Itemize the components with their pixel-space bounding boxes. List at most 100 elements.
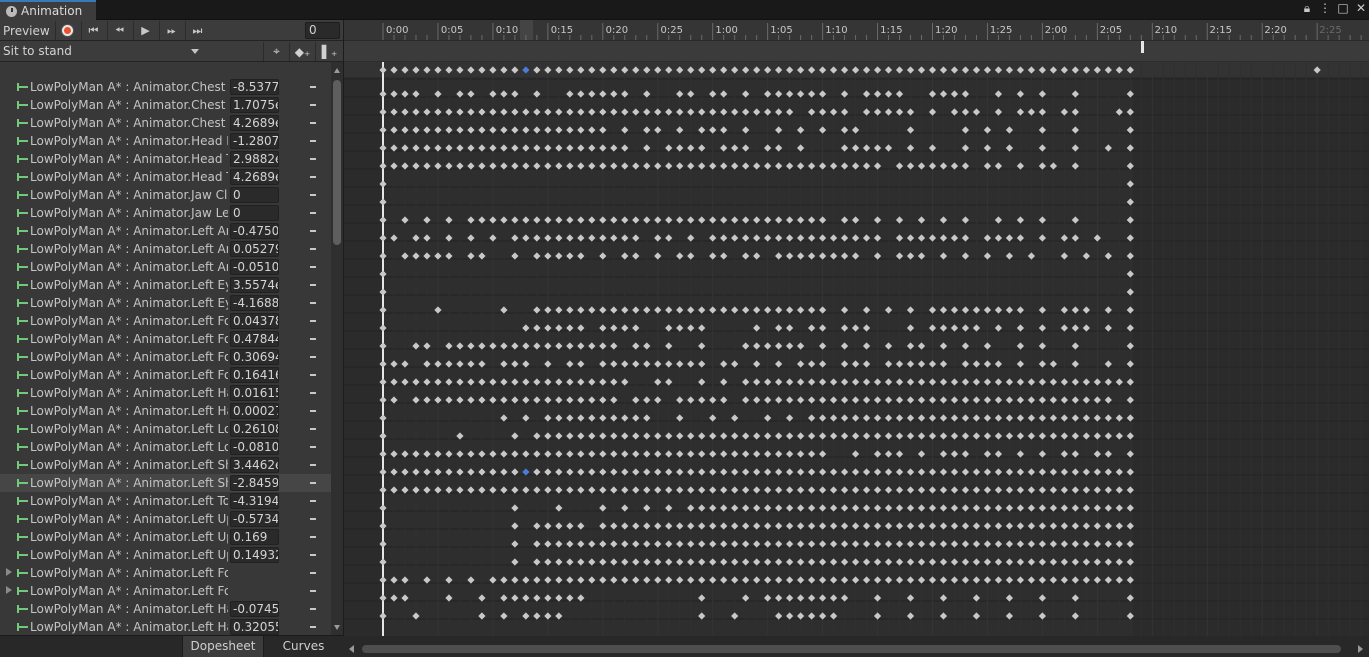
animation-tab[interactable]: Animation (0, 0, 96, 20)
expand-arrow-icon[interactable] (6, 586, 12, 594)
property-value-field[interactable]: 3.4462e (230, 457, 279, 473)
dopesheet-timeline[interactable]: 0:00 0:05 0:10 0:15 0:20 0:25 1:00 1:05 1:10 1:15… (343, 20, 1369, 636)
filter-by-selection-button[interactable]: ⌖ (263, 42, 289, 61)
property-row[interactable]: LowPolyMan A* : Animator.Chest Front-Bac… (0, 78, 331, 96)
property-options-icon[interactable] (310, 176, 316, 178)
property-options-icon[interactable] (310, 230, 316, 232)
play-button[interactable]: ▶︎ (133, 21, 157, 40)
property-value-field[interactable]: 0.32055 (230, 619, 279, 635)
scroll-right-arrow-icon[interactable] (1358, 645, 1363, 653)
event-marker[interactable] (1141, 41, 1144, 53)
property-row[interactable]: LowPolyMan A* : Animator.Left Toes Up-Do… (0, 492, 331, 510)
property-options-icon[interactable] (310, 140, 316, 142)
add-keyframe-button[interactable]: ◆₊ (289, 42, 315, 61)
property-row[interactable]: LowPolyMan A* : Animator.Left Forearm St… (0, 348, 331, 366)
property-value-field[interactable]: 0 (230, 205, 279, 221)
property-value-field[interactable]: -1.2807 (230, 133, 279, 149)
frame-input[interactable]: 0 (305, 22, 340, 39)
prev-key-button[interactable]: ⏪︎ (107, 21, 131, 40)
property-row[interactable]: LowPolyMan A* : Animator.Left Hand Down-… (0, 384, 331, 402)
property-row[interactable]: LowPolyMan A* : Animator.Left Foot T (0, 582, 331, 600)
property-row[interactable]: LowPolyMan A* : Animator.Left Shoulder F… (0, 474, 331, 492)
property-scrollbar-thumb[interactable] (333, 80, 341, 245)
property-row[interactable]: LowPolyMan A* : Animator.Left Shoulder D… (0, 456, 331, 474)
property-row[interactable]: LowPolyMan A* : Animator.Left Upper Leg … (0, 510, 331, 528)
tab-curves[interactable]: Curves (263, 636, 343, 657)
property-row[interactable]: LowPolyMan A* : Animator.Head Nod Down-U… (0, 132, 331, 150)
maximize-icon[interactable]: □ (1337, 1, 1349, 16)
scroll-left-arrow-icon[interactable] (349, 645, 354, 653)
property-row[interactable]: LowPolyMan A* : Animator.Chest Left-Righ… (0, 96, 331, 114)
property-options-icon[interactable] (310, 194, 316, 196)
property-row[interactable]: LowPolyMan A* : Animator.Left Hand Q-0.0… (0, 600, 331, 618)
property-options-icon[interactable] (310, 122, 316, 124)
property-options-icon[interactable] (310, 446, 316, 448)
property-row[interactable]: LowPolyMan A* : Animator.Head Tilt Left-… (0, 150, 331, 168)
property-row[interactable]: LowPolyMan A* : Animator.Left Arm Front-… (0, 240, 331, 258)
property-row[interactable]: LowPolyMan A* : Animator.Left Hand In-Ou… (0, 402, 331, 420)
property-value-field[interactable]: 0.26108 (230, 421, 279, 437)
lock-icon[interactable]: 🔒︎ (1301, 1, 1313, 16)
property-row[interactable]: LowPolyMan A* : Animator.Left Lower Leg … (0, 420, 331, 438)
property-options-icon[interactable] (310, 248, 316, 250)
expand-arrow-icon[interactable] (6, 568, 12, 576)
property-row[interactable]: LowPolyMan A* : Animator.Left Foot Twist… (0, 312, 331, 330)
tab-dopesheet[interactable]: Dopesheet (182, 636, 263, 657)
property-options-icon[interactable] (310, 212, 316, 214)
property-value-field[interactable]: 0.47844 (230, 331, 279, 347)
property-value-field[interactable]: 4.2689e (230, 169, 279, 185)
property-value-field[interactable]: -4.3194 (230, 493, 279, 509)
scroll-down-arrow-icon[interactable] (334, 625, 340, 630)
property-options-icon[interactable] (310, 410, 316, 412)
property-options-icon[interactable] (310, 554, 316, 556)
property-row[interactable]: LowPolyMan A* : Animator.Left Hand T0.32… (0, 618, 331, 635)
property-value-field[interactable]: -0.0745 (230, 601, 279, 617)
property-row[interactable]: LowPolyMan A* : Animator.Left Arm Twist … (0, 258, 331, 276)
property-row[interactable]: LowPolyMan A* : Animator.Head Turn Left-… (0, 168, 331, 186)
property-options-icon[interactable] (310, 518, 316, 520)
property-value-field[interactable]: -0.0510 (230, 259, 279, 275)
more-menu-icon[interactable]: ⋮ (1319, 1, 1331, 16)
property-value-field[interactable]: 0.16416 (230, 367, 279, 383)
property-options-icon[interactable] (310, 590, 316, 592)
property-value-field[interactable]: 0.30694 (230, 349, 279, 365)
property-row[interactable]: LowPolyMan A* : Animator.Jaw Close 0 (0, 186, 331, 204)
close-icon[interactable]: ✕ (1355, 1, 1367, 16)
property-options-icon[interactable] (310, 302, 316, 304)
property-row[interactable]: LowPolyMan A* : Animator.Chest Twist Lef… (0, 114, 331, 132)
last-key-button[interactable]: ⏭︎ (185, 21, 209, 40)
property-options-icon[interactable] (310, 356, 316, 358)
property-value-field[interactable]: 0.04378 (230, 313, 279, 329)
property-value-field[interactable]: 0.169 (230, 529, 279, 545)
property-options-icon[interactable] (310, 104, 316, 106)
property-options-icon[interactable] (310, 626, 316, 628)
property-options-icon[interactable] (310, 320, 316, 322)
property-options-icon[interactable] (310, 464, 316, 466)
property-value-field[interactable]: -0.0810 (230, 439, 279, 455)
first-key-button[interactable]: ⏮︎ (81, 21, 105, 40)
record-button[interactable] (55, 21, 79, 40)
preview-toggle[interactable]: Preview (0, 20, 54, 41)
property-options-icon[interactable] (310, 266, 316, 268)
event-track[interactable] (344, 41, 1369, 62)
property-options-icon[interactable] (310, 428, 316, 430)
property-options-icon[interactable] (310, 158, 316, 160)
property-row[interactable]: LowPolyMan A* : Animator.Left Eye In-Out… (0, 294, 331, 312)
property-row[interactable]: LowPolyMan A* : Animator.Left Forearm Tw… (0, 366, 331, 384)
property-value-field[interactable]: 4.2689e (230, 115, 279, 131)
property-row[interactable]: LowPolyMan A* : Animator.Left Foot Q (0, 564, 331, 582)
property-value-field[interactable]: -0.5734 (230, 511, 279, 527)
property-value-field[interactable]: 1.7075e (230, 97, 279, 113)
property-value-field[interactable]: 0.00027 (230, 403, 279, 419)
property-row[interactable]: LowPolyMan A* : Animator.Left Upper Leg … (0, 528, 331, 546)
time-ruler[interactable]: 0:00 0:05 0:10 0:15 0:20 0:25 1:00 1:05 1:10 1:15… (344, 20, 1369, 41)
property-value-field[interactable]: 3.5574e (230, 277, 279, 293)
add-event-button[interactable]: ▌₊ (315, 42, 343, 61)
property-options-icon[interactable] (310, 536, 316, 538)
property-row[interactable]: LowPolyMan A* : Animator.Left Upper Leg … (0, 546, 331, 564)
property-options-icon[interactable] (310, 608, 316, 610)
property-row[interactable]: LowPolyMan A* : Animator.Left Foot Up-Do… (0, 330, 331, 348)
property-value-field[interactable]: 2.9882e (230, 151, 279, 167)
scroll-up-arrow-icon[interactable] (334, 68, 340, 73)
property-value-field[interactable]: 0.05279 (230, 241, 279, 257)
